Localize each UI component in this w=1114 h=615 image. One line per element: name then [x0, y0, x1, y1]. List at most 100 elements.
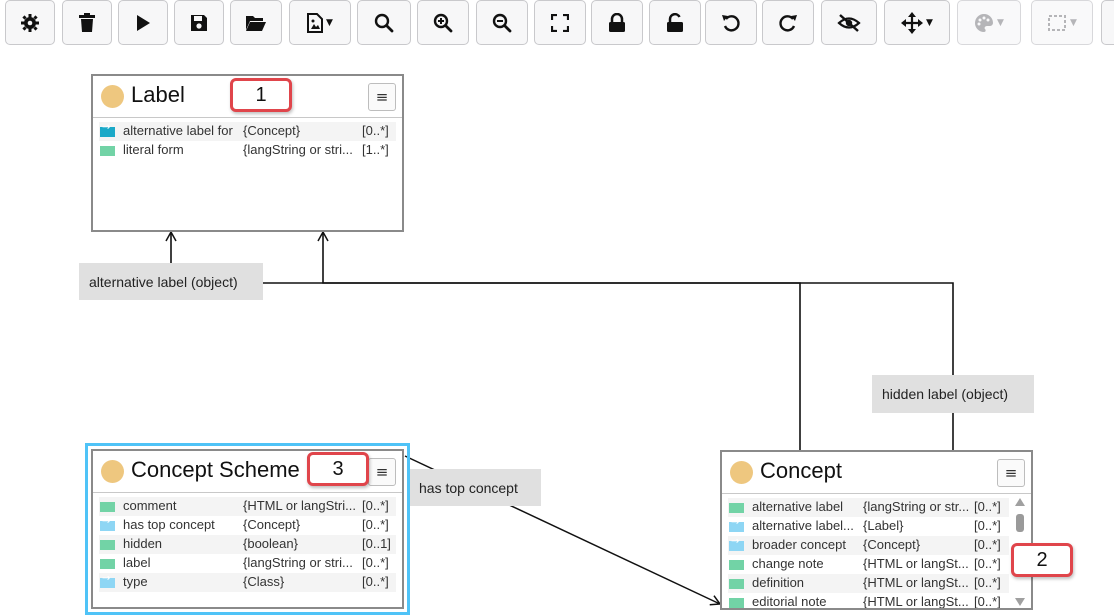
- badge-number: 2: [1036, 548, 1048, 571]
- property-range: {Concept}: [243, 517, 301, 532]
- hide-button[interactable]: [821, 0, 877, 45]
- data-property-icon: [100, 559, 115, 569]
- property-cardinality: [0..*]: [362, 498, 389, 513]
- property-row[interactable]: label {langString or stri... [0..*]: [99, 554, 396, 573]
- property-cardinality: [0..*]: [362, 123, 389, 138]
- property-row[interactable]: has top concept {Concept} [0..*]: [99, 516, 396, 535]
- node-title: Concept: [760, 458, 842, 483]
- class-icon: [730, 461, 753, 484]
- data-property-icon: [729, 579, 744, 589]
- property-row[interactable]: type {Class} [0..*]: [99, 573, 396, 592]
- link-label-hidden-label[interactable]: hidden label (object): [872, 375, 1034, 413]
- class-icon: [101, 85, 124, 108]
- palette-icon: [974, 13, 994, 33]
- scroll-thumb[interactable]: [1016, 514, 1024, 532]
- trash-icon: [78, 12, 96, 33]
- export-image-dropdown[interactable]: ▼: [289, 0, 351, 45]
- property-name: literal form: [123, 142, 184, 157]
- property-range: {HTML or langSt...: [863, 556, 969, 571]
- property-row[interactable]: alternative label... {Label} [0..*]: [728, 517, 1009, 536]
- property-cardinality: [0..*]: [974, 556, 1001, 571]
- object-property-icon: [100, 516, 115, 531]
- open-button[interactable]: [230, 0, 282, 45]
- property-name: hidden: [123, 536, 163, 551]
- zoom-out-button[interactable]: [476, 0, 528, 45]
- property-range: {boolean}: [243, 536, 298, 551]
- data-property-icon: [729, 598, 744, 608]
- fit-screen-icon: [551, 13, 569, 32]
- save-button[interactable]: [174, 0, 224, 45]
- property-name: editorial note: [752, 594, 827, 609]
- property-range: {Class}: [243, 574, 285, 589]
- unlock-button[interactable]: [649, 0, 701, 45]
- node-menu-button[interactable]: ≡: [368, 458, 396, 486]
- link-alternative-label[interactable]: [165, 230, 801, 450]
- property-row[interactable]: hidden {boolean} [0..1]: [99, 535, 396, 554]
- property-cardinality: [0..*]: [974, 537, 1001, 552]
- node-header[interactable]: Concept ≡: [722, 452, 1031, 494]
- lock-button[interactable]: [591, 0, 643, 45]
- property-name: change note: [752, 556, 824, 571]
- fit-screen-button[interactable]: [534, 0, 586, 45]
- selection-dropdown[interactable]: ▼: [1031, 0, 1093, 45]
- data-property-icon: [729, 560, 744, 570]
- zoom-in-button[interactable]: [417, 0, 469, 45]
- undo-button[interactable]: [705, 0, 757, 45]
- property-name: label: [123, 555, 151, 570]
- color-dropdown[interactable]: ▼: [957, 0, 1021, 45]
- property-name: has top concept: [123, 517, 215, 532]
- scroll-down-arrow-icon[interactable]: [1015, 598, 1025, 606]
- node-concept[interactable]: Concept ≡ alternative label {langString …: [720, 450, 1033, 610]
- property-name: alternative label: [752, 499, 844, 514]
- search-icon: [374, 13, 394, 33]
- property-range: {langString or str...: [863, 499, 970, 514]
- link-label-text: alternative label (object): [89, 273, 238, 290]
- property-row[interactable]: comment {HTML or langStri... [0..*]: [99, 497, 396, 516]
- property-row[interactable]: alternative label for {Concept} [0..*]: [99, 122, 396, 141]
- callout-badge-2: 2: [1011, 543, 1073, 577]
- lock-icon: [608, 12, 626, 33]
- class-icon: [101, 460, 124, 483]
- badge-number: 1: [255, 83, 267, 106]
- scroll-up-arrow-icon[interactable]: [1015, 498, 1025, 506]
- link-label-alternative-label[interactable]: alternative label (object): [79, 263, 263, 300]
- zoom-in-icon: [433, 13, 453, 33]
- property-row[interactable]: literal form {langString or stri... [1..…: [99, 141, 396, 160]
- toolbar-more-button[interactable]: [1101, 0, 1114, 45]
- node-title: Label: [131, 82, 185, 107]
- property-row[interactable]: change note {HTML or langSt... [0..*]: [728, 555, 1009, 574]
- delete-button[interactable]: [62, 0, 112, 45]
- node-menu-button[interactable]: ≡: [997, 459, 1025, 487]
- redo-button[interactable]: [762, 0, 814, 45]
- property-range: {Concept}: [243, 123, 301, 138]
- property-cardinality: [0..*]: [362, 517, 389, 532]
- data-property-icon: [729, 503, 744, 513]
- callout-badge-3: 3: [307, 452, 369, 486]
- property-range: {Label}: [863, 518, 904, 533]
- property-list: alternative label {langString or str... …: [722, 494, 1031, 609]
- property-name: alternative label...: [752, 518, 854, 533]
- property-name: alternative label for: [123, 123, 233, 138]
- run-button[interactable]: [118, 0, 168, 45]
- eye-off-icon: [837, 13, 861, 33]
- property-name: comment: [123, 498, 177, 513]
- property-row[interactable]: alternative label {langString or str... …: [728, 498, 1009, 517]
- link-label-has-top-concept[interactable]: has top concept: [409, 469, 541, 506]
- unlock-icon: [666, 12, 684, 33]
- node-menu-button[interactable]: ≡: [368, 83, 396, 111]
- save-icon: [190, 14, 208, 32]
- property-row[interactable]: broader concept {Concept} [0..*]: [728, 536, 1009, 555]
- search-button[interactable]: [357, 0, 411, 45]
- redo-icon: [778, 13, 798, 33]
- object-property-icon: [729, 517, 744, 532]
- menu-icon: ≡: [375, 88, 389, 106]
- property-row[interactable]: editorial note {HTML or langSt... [0..*]: [728, 593, 1009, 609]
- move-dropdown[interactable]: ▼: [884, 0, 950, 45]
- object-property-icon: [729, 536, 744, 551]
- diagram-app: ▼ ▼ ▼ ▼ alternative label (object) hidde…: [0, 0, 1114, 615]
- link-hidden-label[interactable]: [317, 230, 954, 450]
- object-property-icon: [100, 573, 115, 588]
- property-row[interactable]: definition {HTML or langSt... [0..*]: [728, 574, 1009, 593]
- settings-button[interactable]: [5, 0, 55, 45]
- property-name: type: [123, 574, 148, 589]
